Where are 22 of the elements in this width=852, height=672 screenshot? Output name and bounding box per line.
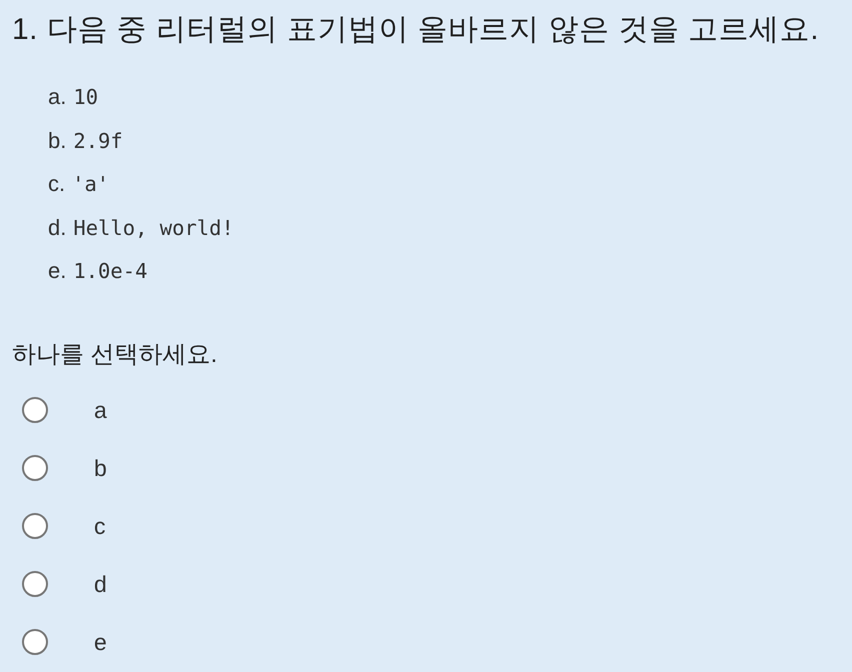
choice-letter: d. [48, 214, 66, 240]
answer-label[interactable]: a [94, 396, 107, 424]
radio-button[interactable] [22, 570, 48, 596]
choice-code: 10 [73, 84, 98, 110]
choice-letter: a. [48, 84, 66, 110]
choice-letter: e. [48, 258, 66, 284]
answer-label[interactable]: e [94, 628, 107, 656]
answer-label[interactable]: c [94, 512, 106, 540]
radio-button[interactable] [22, 512, 48, 538]
choice-code: 2.9f [73, 128, 123, 154]
choice-code: 1.0e-4 [73, 258, 148, 284]
prompt-text: 하나를 선택하세요. [12, 340, 218, 370]
choice-code: 'a' [72, 171, 110, 197]
choice-letter: b. [48, 128, 66, 154]
answer-label[interactable]: b [94, 454, 107, 482]
radio-button[interactable] [22, 628, 48, 654]
answer-label[interactable]: d [94, 570, 107, 598]
radio-button[interactable] [22, 454, 48, 480]
radio-button[interactable] [22, 396, 48, 422]
choice-code: Hello, world! [73, 214, 234, 240]
choice-letter: c. [48, 171, 66, 197]
question-text: 1. 다음 중 리터럴의 표기법이 올바르지 않은 것을 고르세요. [12, 12, 820, 48]
